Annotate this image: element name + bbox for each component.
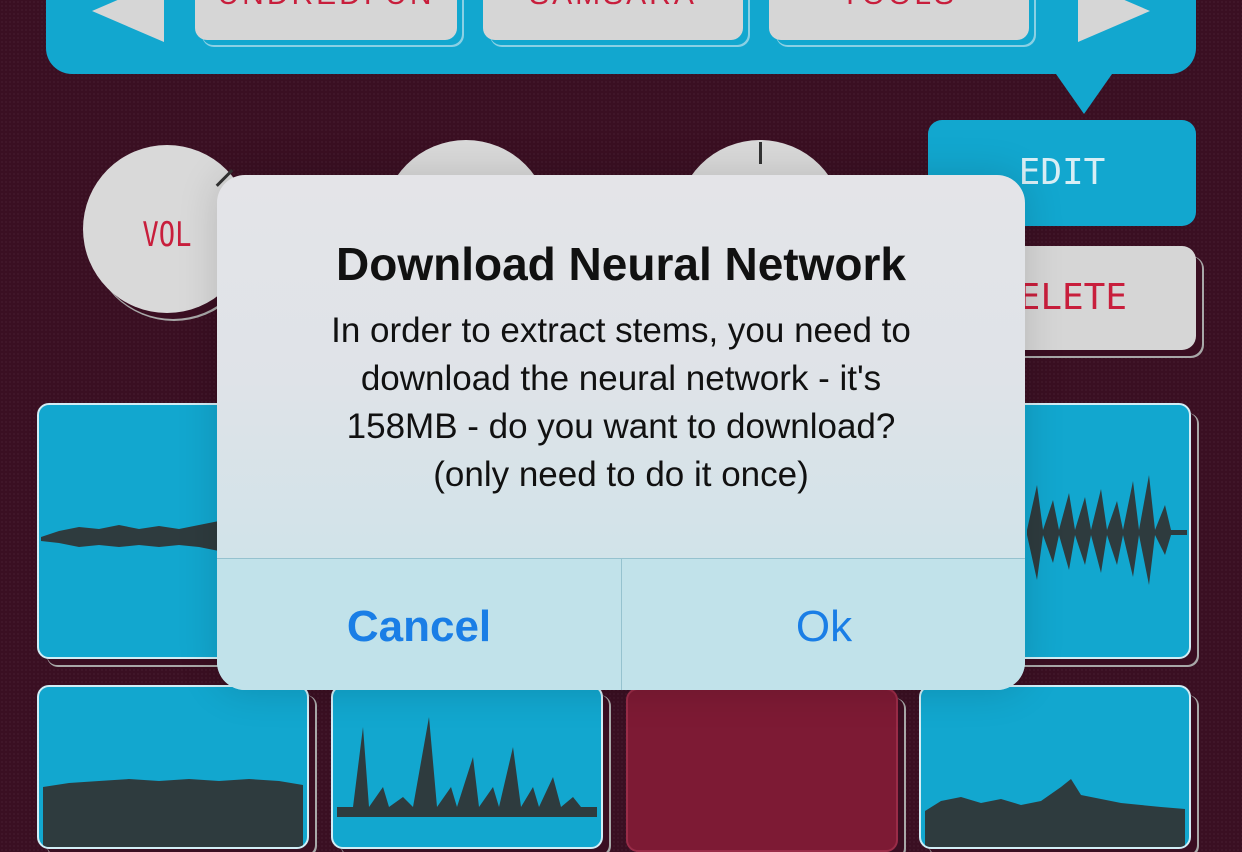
sample-pad-5[interactable] — [37, 685, 309, 849]
waveform-graphic — [337, 717, 597, 817]
ok-button[interactable]: Ok — [622, 559, 1025, 690]
nav-bar-pointer — [1056, 74, 1112, 114]
waveform-graphic — [43, 779, 303, 847]
top-button-1[interactable]: UNDREDFUN — [195, 0, 457, 40]
empty-pad[interactable] — [626, 688, 898, 852]
knob-indicator — [759, 142, 762, 164]
dialog-message: In order to extract stems, you need to d… — [331, 311, 911, 494]
dialog-button-row: Cancel Ok — [217, 558, 1025, 690]
sample-pad-8[interactable] — [919, 685, 1191, 849]
top-button-2[interactable]: SAMSARA — [483, 0, 743, 40]
sample-pad-6[interactable] — [331, 685, 603, 849]
volume-knob-label: VOL — [142, 215, 192, 255]
previous-arrow-icon[interactable] — [92, 0, 164, 42]
dialog-title: Download Neural Network — [336, 238, 906, 290]
cancel-button[interactable]: Cancel — [217, 559, 622, 690]
waveform-graphic — [925, 779, 1185, 847]
next-arrow-icon[interactable] — [1078, 0, 1150, 42]
top-button-3[interactable]: TOOLS — [769, 0, 1029, 40]
download-dialog: Download Neural Network In order to extr… — [217, 175, 1025, 690]
